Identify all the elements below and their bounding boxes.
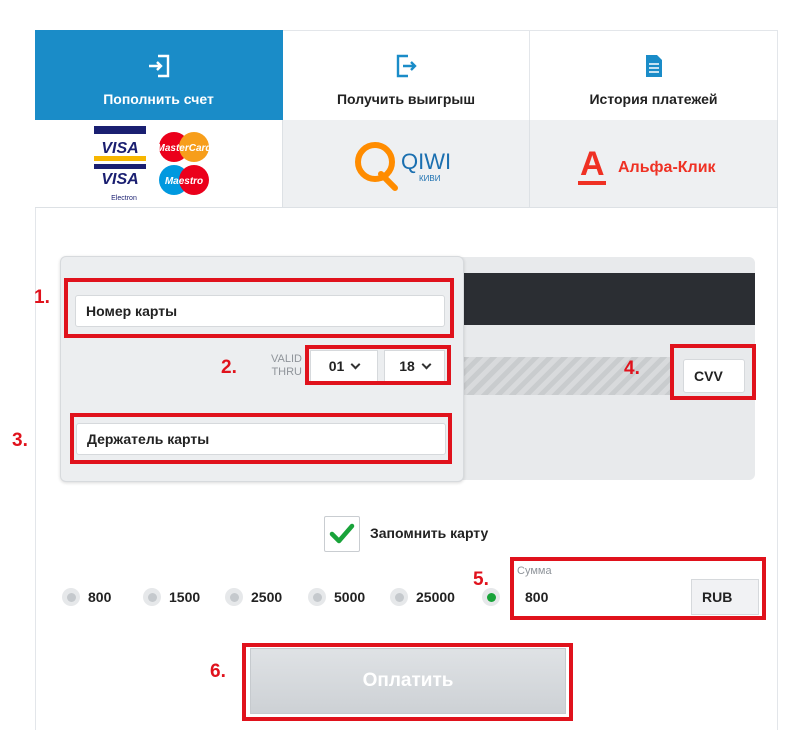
- card-logos: VISA VISA Electron MasterCard Maestro: [93, 125, 212, 202]
- annotation-number-3: 3.: [12, 430, 28, 451]
- amount-option-800[interactable]: 800: [62, 588, 111, 606]
- radio-button[interactable]: [143, 588, 161, 606]
- remember-card-checkbox[interactable]: [324, 516, 360, 552]
- svg-text:Maestro: Maestro: [164, 176, 202, 187]
- alfa-click-logo: А Альфа-Клик: [577, 145, 717, 185]
- annotation-number-1: 1.: [34, 287, 50, 308]
- annotation-number-6: 6.: [210, 661, 226, 682]
- payment-page: Пополнить счет Получить выигрыш История …: [0, 0, 786, 730]
- annotation-box-5: [510, 557, 766, 620]
- svg-text:MasterCard: MasterCard: [156, 143, 212, 154]
- tab-withdraw-label: Получить выигрыш: [336, 91, 476, 107]
- amount-option-25000[interactable]: 25000: [390, 588, 455, 606]
- svg-text:Альфа-Клик: Альфа-Клик: [618, 159, 717, 176]
- tab-history-label: История платежей: [589, 91, 718, 107]
- annotation-number-2: 2.: [221, 357, 237, 378]
- radio-button[interactable]: [225, 588, 243, 606]
- svg-text:VISA: VISA: [101, 140, 138, 157]
- radio-button[interactable]: [62, 588, 80, 606]
- svg-text:КИВИ: КИВИ: [419, 174, 441, 183]
- svg-text:А: А: [580, 145, 605, 183]
- radio-button[interactable]: [308, 588, 326, 606]
- annotation-box-4: [670, 344, 756, 400]
- login-icon: [148, 54, 169, 78]
- annotation-box-2: [305, 345, 451, 385]
- payment-method-alfa[interactable]: А Альфа-Клик: [530, 120, 778, 208]
- amount-option-1500[interactable]: 1500: [143, 588, 200, 606]
- annotation-box-3: [70, 413, 452, 464]
- document-icon: [645, 55, 662, 77]
- svg-text:VISA: VISA: [101, 171, 138, 188]
- amount-option-5000[interactable]: 5000: [308, 588, 365, 606]
- annotation-box-6: [242, 643, 573, 721]
- tab-deposit[interactable]: Пополнить счет: [35, 30, 283, 120]
- valid-thru-label: VALID THRU: [271, 353, 302, 378]
- tab-withdraw[interactable]: Получить выигрыш: [283, 30, 530, 120]
- annotation-box-1: [64, 278, 454, 338]
- amount-option-2500[interactable]: 2500: [225, 588, 282, 606]
- tab-history[interactable]: История платежей: [530, 30, 778, 120]
- remember-card-label: Запомнить карту: [370, 525, 489, 541]
- annotation-number-4: 4.: [624, 358, 640, 379]
- svg-text:QIWI: QIWI: [401, 149, 451, 174]
- qiwi-logo: QIWI КИВИ: [355, 141, 451, 191]
- check-icon: [329, 523, 355, 544]
- payment-method-cards[interactable]: VISA VISA Electron MasterCard Maestro: [35, 120, 283, 208]
- magnetic-stripe: [455, 273, 755, 325]
- logout-icon: [396, 54, 417, 78]
- annotation-number-5: 5.: [473, 569, 489, 590]
- radio-button[interactable]: [390, 588, 408, 606]
- svg-text:Electron: Electron: [111, 195, 137, 202]
- payment-method-qiwi[interactable]: QIWI КИВИ: [283, 120, 530, 208]
- tab-deposit-label: Пополнить счет: [103, 91, 214, 107]
